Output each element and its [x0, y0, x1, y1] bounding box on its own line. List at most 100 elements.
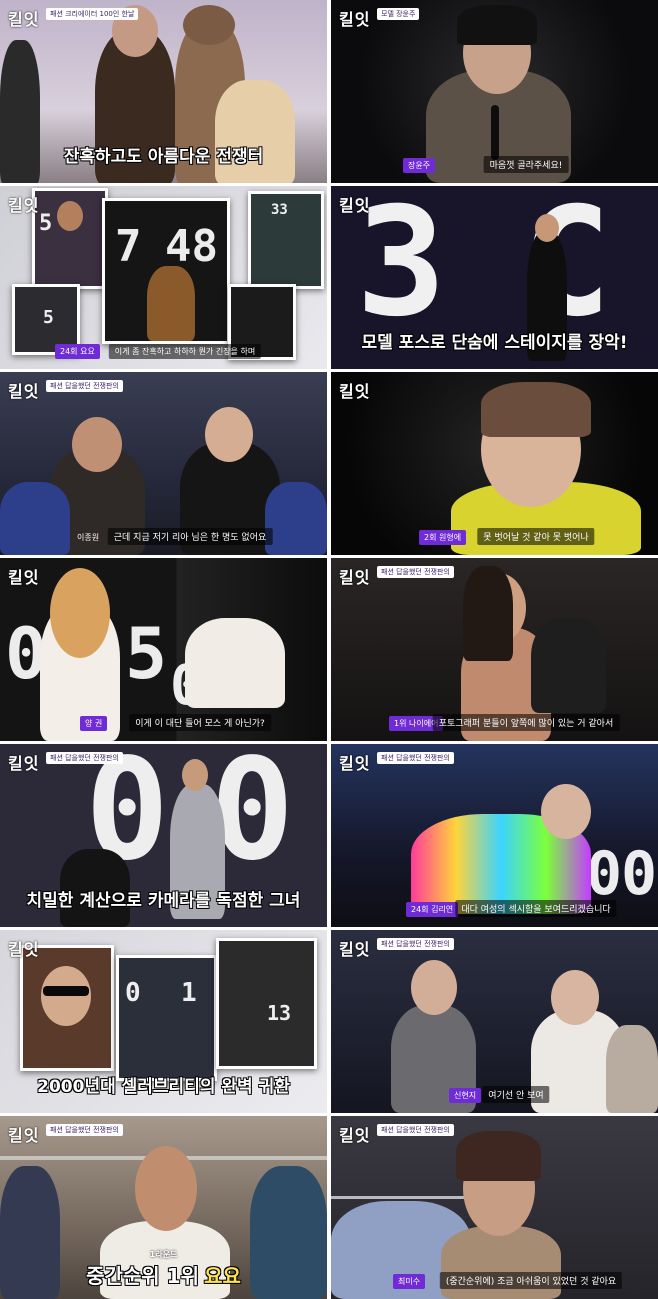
panel-13: 킬잇 패션 답을했던 전쟁판의 1라운드 중간순위 1위 요요 — [0, 1116, 327, 1299]
episode-tag: 패션 답을했던 전쟁판의 — [46, 752, 123, 764]
caption: 마음껏 골라주세요! — [483, 156, 569, 173]
caption: (중간순위에) 조금 아쉬움이 있었던 것 같아요 — [439, 1272, 623, 1289]
speaker-label: 장윤주 — [403, 158, 436, 173]
model-head — [135, 1146, 197, 1231]
panel-11: 0 1 13 킬잇 2000년대 셀러브리티의 완벽 귀환 — [0, 930, 327, 1113]
model-head — [57, 201, 83, 231]
caption: 포토그래퍼 분들이 앞쪽에 많이 있는 거 같아서 — [432, 714, 620, 731]
panel-9: 0 0 킬잇 패션 답을했던 전쟁판의 치밀한 계산으로 카메라를 독점한 그녀 — [0, 744, 327, 927]
model-left-hair — [50, 568, 110, 658]
episode-tag: 패션 답을했던 전쟁판의 — [377, 752, 454, 764]
rank-subtitle: 1라운드 중간순위 1위 요요 — [0, 1249, 327, 1289]
episode-tag: 패션 답을했던 전쟁판의 — [46, 380, 123, 392]
head-right — [183, 5, 235, 45]
judge-right-head — [205, 407, 253, 462]
speaker-label: 2회 원형에 — [419, 530, 467, 545]
timer-digit: 5 — [39, 211, 53, 236]
subtitle: 치밀한 계산으로 카메라를 독점한 그녀 — [26, 891, 301, 911]
panel-2: 킬잇 모델 장윤주 장윤주 마음껏 골라주세요! — [331, 0, 658, 183]
rank-text: 중간순위 1위 — [86, 1264, 199, 1288]
speaker-label: 최미수 — [393, 1274, 426, 1289]
stage-digit-1: 0 — [586, 839, 623, 909]
episode-tag: 패션 답을했던 전쟁판의 — [46, 1124, 123, 1136]
show-logo: 킬잇 — [339, 382, 371, 401]
show-logo: 킬잇 — [339, 754, 371, 773]
caption: 이게 좀 잔혹하고 하하하 뭔가 긴장을 하며 — [108, 344, 262, 359]
model-head — [41, 966, 91, 1026]
show-logo: 킬잇 — [8, 754, 40, 773]
panel-7: 0 5 0 킬잇 양 권 이게 이 대단 들어 모스 게 아닌가? — [0, 558, 327, 741]
model-hair — [481, 382, 591, 437]
show-logo: 킬잇 — [339, 940, 371, 959]
speaker-label: 이종원 — [77, 533, 100, 542]
panel-5: 킬잇 패션 답을했던 전쟁판의 이종원 근데 지금 저기 리아 님은 한 명도 … — [0, 372, 327, 555]
subtitle: 모델 포스로 단숨에 스테이지를 장악! — [361, 333, 628, 353]
show-logo: 킬잇 — [8, 10, 40, 29]
model-head — [535, 214, 559, 242]
show-logo: 킬잇 — [8, 1126, 40, 1145]
caption: 이게 이 대단 들어 모스 게 아닌가? — [129, 714, 271, 731]
model-right — [185, 618, 285, 708]
timer-digit-main-2: 48 — [165, 221, 218, 272]
timer-digit-1: 0 — [125, 978, 141, 1008]
speaker-label: 24회 김리연 — [406, 902, 459, 917]
speaker-tag: 모델 장윤주 — [377, 8, 420, 20]
caption: 근데 지금 저기 리아 님은 한 명도 없어요 — [107, 528, 273, 545]
episode-tag: 패션 답을했던 전쟁판의 — [377, 938, 454, 950]
speaker-label: 신현지 — [449, 1088, 482, 1103]
round-label: 1라운드 — [149, 1250, 178, 1259]
fur-seat-left — [0, 482, 70, 555]
panel-4: 3 C 킬잇 모델 포스로 단숨에 스테이지를 장악! — [331, 186, 658, 369]
fur-seat — [606, 1025, 658, 1113]
collage-grid: 킬잇 패션 크리에이터 100인 한날 잔혹하고도 아름다운 전쟁터 킬잇 모델… — [0, 0, 658, 1299]
stage-digit-2: 5 — [125, 613, 168, 695]
photo-card-main: 7 48 — [102, 198, 230, 344]
fur-seat-right — [265, 482, 327, 555]
model-head — [182, 759, 208, 791]
judge-left-head — [411, 960, 457, 1015]
stage-digit-2: 0 — [621, 839, 658, 909]
show-logo: 킬잇 — [8, 196, 40, 215]
show-logo: 킬잇 — [8, 568, 40, 587]
judge-left-head — [72, 417, 122, 472]
photo-card-2: 0 1 — [116, 955, 217, 1081]
show-logo: 킬잇 — [339, 1126, 371, 1145]
episode-tag: 패션 답을했던 전쟁판의 — [377, 1124, 454, 1136]
caption: 대다 여성의 섹시함을 보여드리겠습니다 — [455, 900, 617, 917]
model-head — [541, 784, 591, 839]
model-figure — [147, 266, 195, 341]
episode-tag: 패션 답을했던 전쟁판의 — [377, 566, 454, 578]
speaker-label: 24회 요요 — [55, 344, 100, 359]
figure-blonde — [215, 80, 295, 183]
panel-6: 킬잇 2회 원형에 못 벗어날 것 같아 못 벗어나 — [331, 372, 658, 555]
timer-digit-3: 5 — [43, 307, 54, 328]
photo-card-1: 5 — [32, 188, 108, 289]
panel-3: 5 7 48 33 5 킬잇 24회 요요 이게 좀 잔혹하고 하하하 뭔가 긴… — [0, 186, 327, 369]
panel-8: 킬잇 패션 답을했던 전쟁판의 1위 나이에어 포토그래퍼 분들이 앞쪽에 많이… — [331, 558, 658, 741]
subtitle: 2000년대 셀러브리티의 완벽 귀환 — [37, 1077, 290, 1097]
timer-digit-2: 33 — [271, 202, 288, 218]
show-logo: 킬잇 — [8, 382, 40, 401]
model-hair — [463, 566, 513, 661]
show-logo: 킬잇 — [339, 568, 371, 587]
show-logo: 킬잇 — [339, 10, 371, 29]
photo-card-2: 33 — [248, 191, 324, 289]
timer-digit-3: 13 — [267, 1001, 292, 1025]
timer-digit-2: 1 — [181, 978, 197, 1008]
speaker-label: 양 권 — [80, 716, 108, 731]
panel-1: 킬잇 패션 크리에이터 100인 한날 잔혹하고도 아름다운 전쟁터 — [0, 0, 327, 183]
panel-14: 킬잇 패션 답을했던 전쟁판의 최미수 (중간순위에) 조금 아쉬움이 있었던 … — [331, 1116, 658, 1299]
sunglasses-icon — [43, 986, 89, 996]
panel-12: 킬잇 패션 답을했던 전쟁판의 신현지 여기선 안 보여 — [331, 930, 658, 1113]
timer-digit-main: 7 — [115, 221, 142, 272]
rank-name: 요요 — [204, 1264, 241, 1288]
episode-tag: 패션 크리에이터 100인 한날 — [46, 8, 139, 20]
leather-jacket — [531, 618, 606, 713]
hair — [457, 5, 537, 45]
microphone-icon — [491, 105, 499, 160]
panel-10: 0 0 킬잇 패션 답을했던 전쟁판의 24회 김리연 대다 여성의 섹시함을 … — [331, 744, 658, 927]
photo-card-3: 13 — [216, 938, 317, 1069]
subtitle: 잔혹하고도 아름다운 전쟁터 — [63, 147, 264, 167]
photo-card-1 — [20, 945, 114, 1071]
show-logo: 킬잇 — [339, 196, 371, 215]
